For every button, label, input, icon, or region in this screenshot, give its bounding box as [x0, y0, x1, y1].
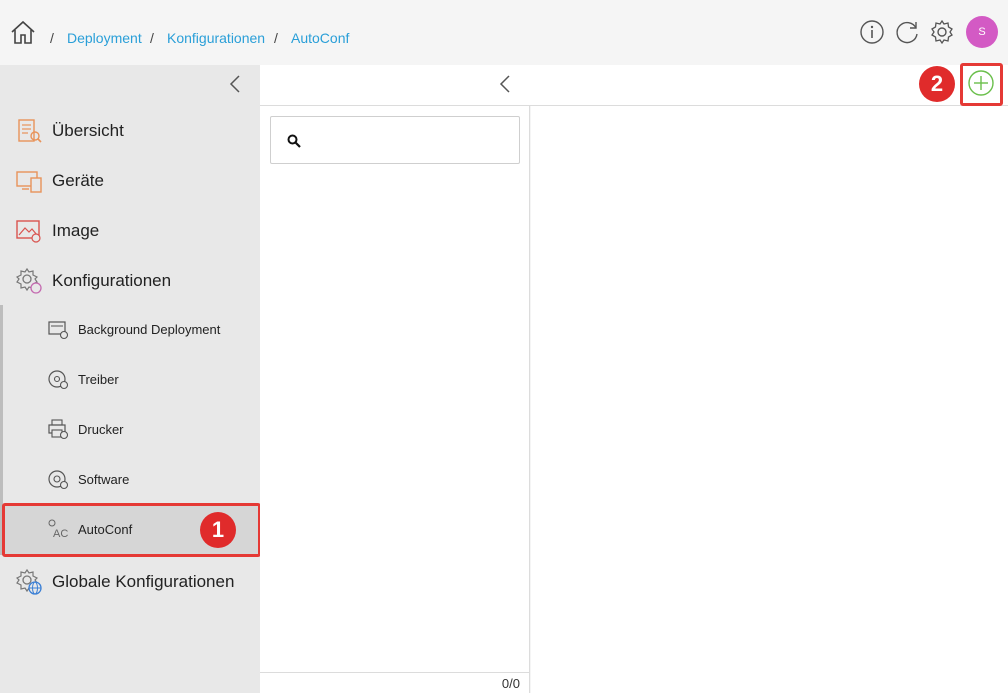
configurations-icon — [15, 267, 42, 294]
sidebar-subitem-treiber[interactable]: Treiber — [3, 354, 260, 404]
sidebar-subitem-label: Software — [78, 471, 130, 487]
step-badge-2: 2 — [919, 66, 955, 102]
top-header: / Deployment / Konfigurationen / AutoCon… — [0, 0, 1008, 65]
sidebar-item-label: Globale Konfigurationen — [52, 572, 235, 591]
detail-panel — [531, 106, 1008, 693]
sidebar-item-label: Übersicht — [52, 121, 124, 140]
search-box[interactable] — [270, 116, 520, 164]
chevron-left-icon[interactable] — [498, 74, 512, 94]
breadcrumb-separator: / — [274, 30, 278, 46]
settings-icon[interactable] — [929, 19, 955, 45]
search-icon — [287, 134, 301, 148]
sidebar-item-konfigurationen[interactable]: Konfigurationen — [0, 256, 260, 306]
sidebar: Übersicht Geräte Image Konfigurationen B… — [0, 65, 260, 693]
sidebar-subitem-label: AutoConf — [78, 521, 133, 537]
devices-icon — [16, 171, 42, 193]
sidebar-subitem-label: Drucker — [78, 421, 124, 437]
breadcrumb-separator: / — [150, 30, 154, 46]
sidebar-subitem-label: Treiber — [78, 371, 119, 387]
overview-icon — [18, 119, 42, 143]
breadcrumb-separator: / — [50, 30, 54, 46]
breadcrumb-autoconf[interactable]: AutoConf — [291, 30, 349, 46]
list-panel: 0/0 — [260, 106, 530, 693]
software-icon — [48, 470, 69, 490]
sidebar-item-label: Geräte — [52, 171, 104, 190]
image-icon — [16, 220, 41, 243]
add-circle-icon[interactable] — [966, 68, 996, 98]
sidebar-item-label: Konfigurationen — [52, 271, 172, 290]
user-avatar[interactable]: S — [966, 16, 998, 48]
home-icon[interactable] — [10, 19, 36, 45]
breadcrumb-konfigurationen[interactable]: Konfigurationen — [167, 30, 265, 46]
list-footer: 0/0 — [260, 672, 530, 693]
refresh-icon[interactable] — [894, 19, 920, 45]
sidebar-item-label: Image — [52, 221, 100, 240]
sidebar-item-image[interactable]: Image — [0, 206, 260, 256]
info-icon[interactable] — [859, 19, 885, 45]
sidebar-item-globale-konfigurationen[interactable]: Globale Konfigurationen — [0, 557, 260, 607]
breadcrumb-deployment[interactable]: Deployment — [67, 30, 142, 46]
item-count: 0/0 — [501, 676, 520, 691]
search-input[interactable] — [311, 125, 511, 155]
sidebar-subitem-drucker[interactable]: Drucker — [3, 404, 260, 454]
autoconf-icon: AC — [48, 519, 68, 540]
sidebar-subitem-software[interactable]: Software — [3, 454, 260, 504]
sidebar-subitem-background-deployment[interactable]: Background Deployment — [3, 304, 260, 354]
sidebar-subitem-label: Background Deployment — [78, 321, 221, 337]
svg-text:AC: AC — [53, 528, 68, 540]
chevron-left-icon[interactable] — [228, 74, 242, 94]
step-badge-1: 1 — [200, 512, 236, 548]
sidebar-item-uebersicht[interactable]: Übersicht — [0, 106, 260, 156]
printer-icon — [48, 419, 69, 440]
sidebar-item-geraete[interactable]: Geräte — [0, 156, 260, 206]
driver-icon — [48, 370, 69, 390]
global-configurations-icon — [15, 568, 42, 595]
content-toolbar — [260, 65, 1008, 106]
background-deployment-icon — [48, 321, 69, 340]
